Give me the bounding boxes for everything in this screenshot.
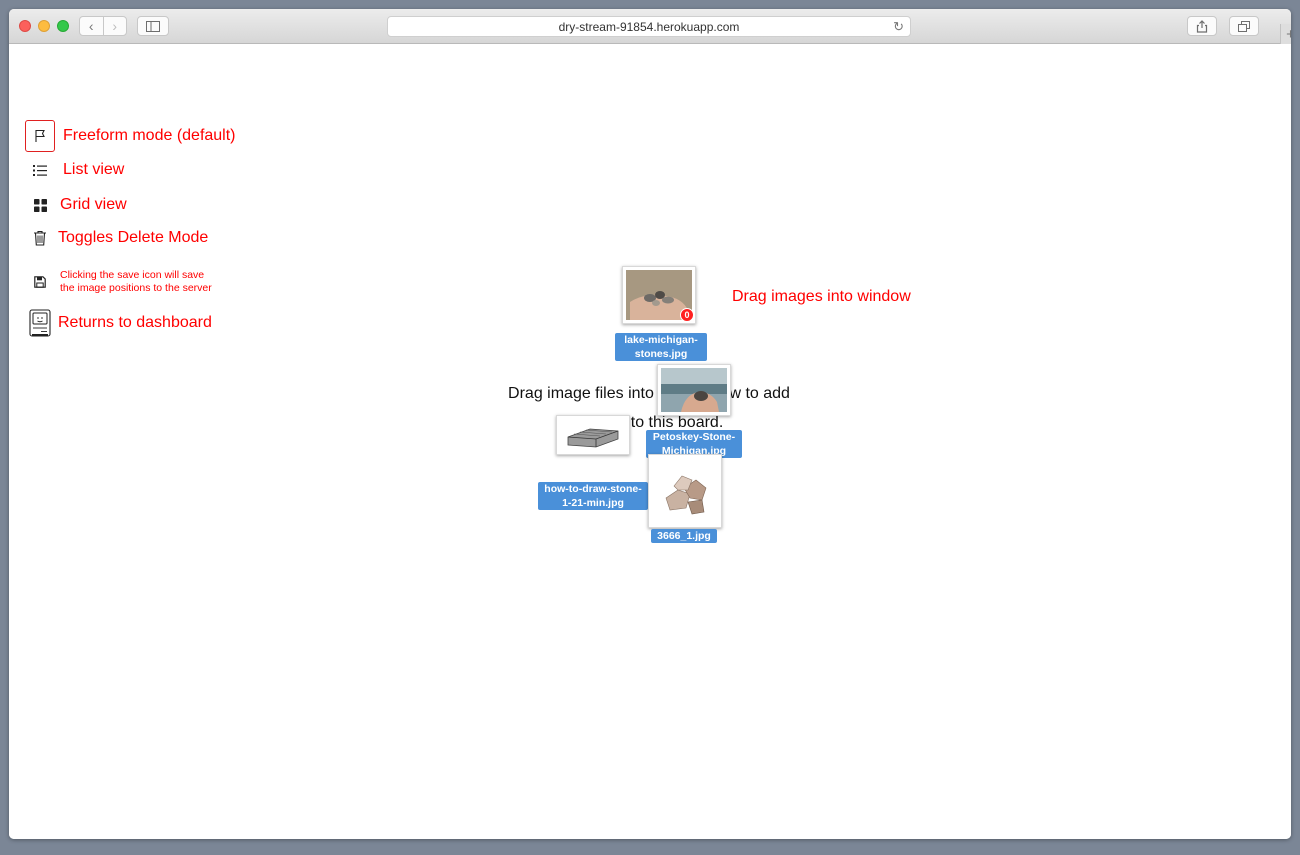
sidebar-toggle-button[interactable] <box>137 16 169 36</box>
list-view-button[interactable] <box>25 154 55 186</box>
image-caption: lake-michigan-stones.jpg <box>615 333 707 361</box>
save-icon <box>34 276 46 288</box>
image-card-petoskey-stone[interactable] <box>657 364 731 416</box>
image-card-lake-michigan-stones[interactable]: 0 <box>622 266 696 324</box>
stone-drawing-thumbnail <box>560 419 626 451</box>
trash-icon <box>34 230 46 246</box>
forward-button[interactable]: › <box>102 17 127 35</box>
empty-board-message-line1: Drag image files into this window to add <box>508 385 790 402</box>
url-text: dry-stream-91854.herokuapp.com <box>558 19 740 34</box>
image-card-how-to-draw-stone[interactable] <box>556 415 630 455</box>
drag-hint-annotation: Drag images into window <box>732 288 911 305</box>
empty-board-message: Drag image files into this window to add… <box>449 379 849 437</box>
grid-view-button[interactable] <box>25 189 55 221</box>
delete-mode-button[interactable] <box>25 222 55 254</box>
freeform-mode-button[interactable] <box>25 120 55 152</box>
freeform-mode-row: Freeform mode (default) <box>25 120 236 152</box>
navigation-buttons: ‹ › <box>79 16 127 36</box>
address-bar[interactable]: dry-stream-91854.herokuapp.com ↻ <box>387 16 911 37</box>
save-button[interactable] <box>25 269 55 295</box>
save-row: Clicking the save icon will save the ima… <box>25 269 212 295</box>
list-icon <box>33 164 47 176</box>
image-caption: 3666_1.jpg <box>651 529 717 543</box>
browser-toolbar: ‹ › dry-stream-91854.herokuapp.com ↻ + <box>9 9 1291 44</box>
list-view-label: List view <box>63 161 125 178</box>
list-view-row: List view <box>25 154 124 186</box>
show-tabs-button[interactable] <box>1229 16 1259 36</box>
share-icon <box>1196 19 1208 33</box>
delete-mode-label: Toggles Delete Mode <box>58 229 209 246</box>
tabs-icon <box>1238 20 1250 32</box>
image-count-badge: 0 <box>680 308 694 322</box>
minimize-window-button[interactable] <box>38 20 50 32</box>
browser-window: ‹ › dry-stream-91854.herokuapp.com ↻ + F… <box>9 9 1291 839</box>
computer-icon <box>29 309 51 337</box>
grid-view-row: Grid view <box>25 189 127 221</box>
petoskey-stone-thumbnail <box>661 368 727 412</box>
save-description-line2: the image positions to the server <box>60 282 212 294</box>
flag-icon <box>35 129 45 142</box>
image-caption: how-to-draw-stone-1-21-min.jpg <box>538 482 648 510</box>
sidebar-icon <box>146 20 160 32</box>
dashboard-row: Returns to dashboard <box>25 307 212 339</box>
maximize-window-button[interactable] <box>57 20 69 32</box>
dashboard-label: Returns to dashboard <box>58 314 212 331</box>
board-canvas[interactable]: Freeform mode (default) List view Grid v… <box>9 44 1291 839</box>
freeform-mode-label: Freeform mode (default) <box>63 127 236 144</box>
reload-icon[interactable]: ↻ <box>893 19 904 35</box>
grid-icon <box>33 198 47 212</box>
rock-pile-thumbnail <box>652 458 718 524</box>
dashboard-button[interactable] <box>25 307 55 339</box>
close-window-button[interactable] <box>19 20 31 32</box>
save-description: Clicking the save icon will save the ima… <box>60 269 212 295</box>
share-button[interactable] <box>1187 16 1217 36</box>
new-tab-button[interactable]: + <box>1280 24 1291 44</box>
delete-mode-row: Toggles Delete Mode <box>25 222 208 254</box>
save-description-line1: Clicking the save icon will save <box>60 269 205 281</box>
back-button[interactable]: ‹ <box>80 17 103 35</box>
image-card-3666-1[interactable] <box>648 454 722 528</box>
grid-view-label: Grid view <box>60 196 127 213</box>
